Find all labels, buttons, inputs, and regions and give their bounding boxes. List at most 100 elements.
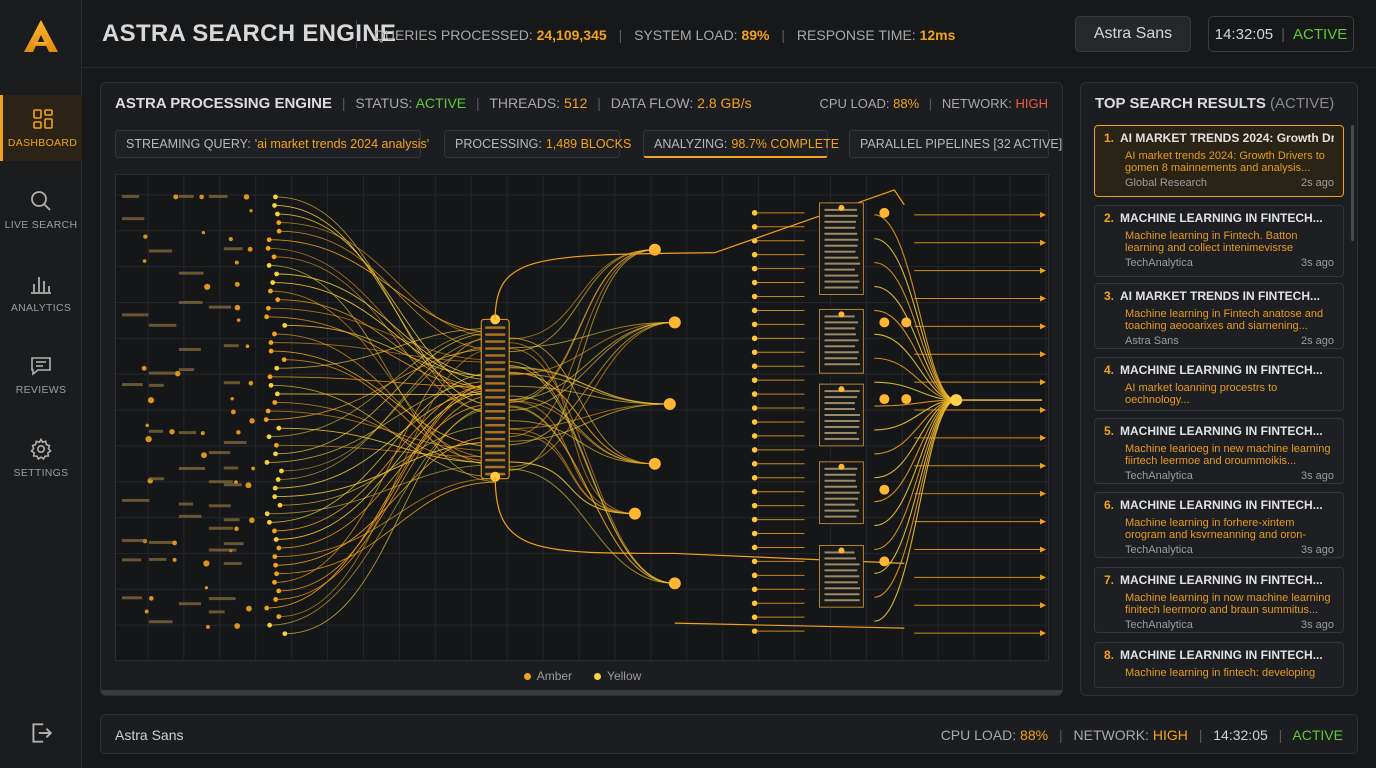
nav-item-reviews[interactable]: REVIEWS <box>0 342 82 408</box>
queries-value: 24,109,345 <box>536 27 607 43</box>
result-source: Global Research <box>1125 177 1207 189</box>
exit-arrow <box>1040 574 1047 581</box>
flow-path <box>284 405 496 635</box>
data-label-stub <box>178 368 195 372</box>
box-text-stub <box>824 515 857 518</box>
processing-label: PROCESSING: <box>455 137 542 151</box>
box-text-stub <box>824 581 858 584</box>
system-load-label: SYSTEM LOAD: <box>634 27 738 43</box>
flow-path <box>509 361 675 584</box>
hub-text-stub <box>485 423 506 427</box>
box-node <box>838 386 845 393</box>
hub-text-stub <box>485 403 506 406</box>
box-text-stub <box>824 214 858 217</box>
flow-node <box>272 528 277 534</box>
result-rank: 1. <box>1104 131 1115 145</box>
data-dot <box>234 526 239 531</box>
router-node <box>751 210 758 216</box>
result-card[interactable]: 5. MACHINE LEARNING IN FINTECH... Machine … <box>1094 418 1344 484</box>
result-card[interactable]: 1. AI MARKET TRENDS 2024: Growth Drivers.… <box>1094 125 1344 197</box>
flow-node <box>263 417 269 422</box>
result-card[interactable]: 7. MACHINE LEARNING IN FINTECH... Machine … <box>1094 567 1344 633</box>
status-badge: ACTIVE <box>1293 25 1348 43</box>
flow-node <box>275 477 281 482</box>
result-card[interactable]: 2. MACHINE LEARNING IN FINTECH... Machine … <box>1094 205 1344 277</box>
flow-node <box>267 622 273 628</box>
nav-label-live-search: LIVE SEARCH <box>4 219 78 231</box>
nav-item-live-search[interactable]: LIVE SEARCH <box>0 177 82 243</box>
flow-node <box>279 468 284 474</box>
pipeline-flow-visualization[interactable] <box>115 174 1049 661</box>
flow-path <box>509 461 635 515</box>
dashboard-icon <box>32 109 53 129</box>
astra-logo-icon[interactable] <box>22 18 60 54</box>
result-rank: 4. <box>1104 363 1115 377</box>
analyzing-chip[interactable]: ANALYZING: 98.7% COMPLETE <box>643 130 839 158</box>
result-title-text: MACHINE LEARNING IN FINTECH... <box>1120 211 1323 225</box>
result-title: 2. MACHINE LEARNING IN FINTECH... <box>1104 211 1334 225</box>
processing-chip[interactable]: PROCESSING: 1,489 BLOCKS <box>444 130 631 158</box>
data-dot <box>173 194 179 200</box>
data-label-stub <box>178 271 204 275</box>
results-title: TOP SEARCH RESULTS (ACTIVE) <box>1095 95 1334 112</box>
top-bar: ASTRA SEARCH ENGINE QUERIES PROCESSED: 2… <box>82 0 1376 68</box>
flow-node <box>268 382 274 388</box>
data-dot <box>201 452 207 459</box>
data-label-stub <box>148 323 177 327</box>
data-dot <box>204 586 209 590</box>
box-text-stub <box>824 503 856 506</box>
result-title-text: AI MARKET TRENDS IN FINTECH... <box>1120 289 1321 303</box>
data-label-stub <box>223 247 243 251</box>
box-text-stub <box>824 396 857 399</box>
data-dot <box>172 557 177 562</box>
font-selector-button[interactable]: Astra Sans <box>1075 16 1191 52</box>
data-dot <box>245 344 250 349</box>
header-stats: QUERIES PROCESSED: 24,109,345 | SYSTEM L… <box>374 27 956 43</box>
data-dot <box>230 409 236 415</box>
box-text-stub <box>824 414 860 417</box>
engine-status-value: ACTIVE <box>415 95 467 111</box>
panel-scrollbar[interactable] <box>101 690 1062 695</box>
nav-item-dashboard[interactable]: DASHBOARD <box>0 95 82 161</box>
box-text-stub <box>824 321 859 324</box>
nav-item-analytics[interactable]: ANALYTICS <box>0 260 82 326</box>
result-card[interactable]: 8. MACHINE LEARNING IN FINTECH... Machine … <box>1094 642 1344 688</box>
box-text-stub <box>824 220 856 223</box>
result-card[interactable]: 6. MACHINE LEARNING IN FINTECH... Machine … <box>1094 492 1344 558</box>
hub-text-stub <box>485 417 506 420</box>
flow-node <box>265 305 271 311</box>
engine-status-label: STATUS: <box>355 95 413 111</box>
flow-path <box>276 444 496 458</box>
result-title: 4. MACHINE LEARNING IN FINTECH... <box>1104 363 1334 377</box>
data-dot <box>145 436 152 443</box>
data-label-stub <box>178 514 202 518</box>
data-label-stub <box>121 596 143 600</box>
flow-node <box>268 288 273 294</box>
result-title-text: AI MARKET TRENDS 2024: Growth Drivers... <box>1120 131 1334 145</box>
result-meta: TechAnalytica 3s ago <box>1104 470 1334 482</box>
flow-node <box>275 297 281 303</box>
result-card[interactable]: 3. AI MARKET TRENDS IN FINTECH... Machine … <box>1094 283 1344 349</box>
box-text-stub <box>824 351 859 354</box>
data-dot <box>247 246 253 252</box>
streaming-query-chip[interactable]: STREAMING QUERY: 'ai market trends 2024 … <box>115 130 429 158</box>
bar-chart-icon <box>31 277 51 294</box>
router-node <box>751 558 758 565</box>
nav-item-settings[interactable]: SETTINGS <box>0 425 82 491</box>
data-label-stub <box>121 383 143 387</box>
hub-text-stub <box>485 326 506 329</box>
results-scrollbar[interactable] <box>1351 125 1354 241</box>
flow-node <box>282 631 288 637</box>
result-snippet: Machine learning in Fintech anatose and … <box>1125 308 1324 332</box>
streaming-query-label: STREAMING QUERY: <box>126 137 251 151</box>
data-dot <box>228 236 233 242</box>
flow-node <box>273 537 279 542</box>
data-dot <box>145 423 149 428</box>
parallel-pipelines-chip[interactable]: PARALLEL PIPELINES [32 ACTIVE] <box>849 130 1062 158</box>
result-card[interactable]: 4. MACHINE LEARNING IN FINTECH... AI marke… <box>1094 357 1344 411</box>
box-text-stub <box>824 268 855 271</box>
footer-network-value: HIGH <box>1152 727 1188 743</box>
relay-node <box>628 507 641 520</box>
logout-icon[interactable] <box>28 720 54 746</box>
hub-text-stub <box>485 451 506 455</box>
